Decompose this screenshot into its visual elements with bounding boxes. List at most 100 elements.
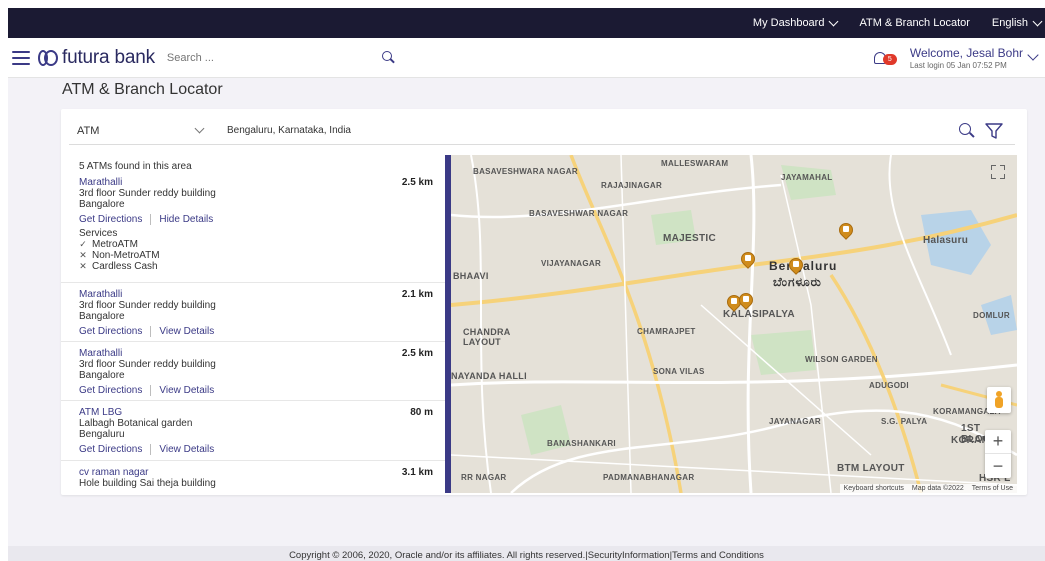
map-roads [451,155,1017,493]
map-label: JAYAMAHAL [781,173,833,182]
atm-distance: 2.1 km [401,289,433,300]
results-count: 5 ATMs found in this area [79,161,192,172]
atm-pin[interactable] [736,290,756,311]
zoom-out-button[interactable]: − [985,454,1011,478]
atm-pin[interactable] [836,220,856,241]
atm-city: Bengaluru [79,429,125,440]
notifications-button[interactable]: 5 [873,48,900,68]
divider [61,400,450,401]
list-item: ATM LBG 80 m Lalbagh Botanical garden Be… [79,407,441,455]
list-item: Marathalli 2.1 km 3rd floor Sunder reddy… [79,289,441,337]
atm-address-line: Hole building Sai theja building [79,478,216,489]
get-directions-link[interactable]: Get Directions [79,444,142,455]
map-label: RAJAJINAGAR [601,181,663,190]
footer-text: Copyright © 2006, 2020, Oracle and/or it… [289,550,764,561]
view-details-link[interactable]: View Details [159,385,214,396]
zoom-in-button[interactable]: + [985,430,1011,454]
search-input[interactable] [166,51,347,64]
atm-distance: 2.5 km [401,348,433,359]
get-directions-link[interactable]: Get Directions [79,326,142,337]
atm-distance: 2.5 km [401,177,433,188]
divider [61,460,450,461]
service-label: Non-MetroATM [92,250,160,261]
check-icon: ✓ [79,239,87,249]
filter-icon[interactable] [985,122,1003,139]
atm-name-link[interactable]: ATM LBG [79,407,122,418]
location-input[interactable]: Bengaluru, Karnataka, India [227,125,959,136]
chevron-down-icon [829,16,839,26]
divider [150,385,152,396]
type-dropdown[interactable]: ATM [69,117,215,144]
services-label: Services [79,228,118,239]
search-icon[interactable] [959,122,975,139]
map-label: BANASHANKARI [547,439,616,448]
map-label: MAJESTIC [663,233,716,244]
divider [61,341,450,342]
services-section: Services ✓ MetroATM ✕ Non-MetroATM ✕ Cardle… [79,228,441,272]
get-directions-link[interactable]: Get Directions [79,385,142,396]
language-selector[interactable]: English [991,16,1043,29]
terms-of-use-link[interactable]: Terms of Use [972,485,1013,492]
atm-name-link[interactable]: Marathalli [79,348,122,359]
logo-icon [38,48,58,68]
atm-address-line: 3rd floor Sunder reddy building [79,188,216,199]
map-label: CHAMRAJPET [637,327,696,336]
atm-name-link[interactable]: Marathalli [79,289,122,300]
map-label: CHANDRA LAYOUT [463,327,511,347]
page-title: ATM & Branch Locator [62,81,223,98]
service-label: MetroATM [92,239,138,250]
map-label: DOMLUR [973,311,1010,320]
user-profile[interactable]: Welcome, Jesal Bohr Last login 05 Jan 07… [910,46,1023,70]
list-item: Marathalli 2.5 km 3rd floor Sunder reddy… [79,348,441,396]
main-content: ATM & Branch Locator ATM Bengaluru, Karn… [8,78,1045,546]
atm-pin[interactable] [738,249,758,270]
map-view[interactable]: MALLESWARAM BASAVESHWARA NAGAR RAJAJINAG… [451,155,1017,493]
map-label: PADMANABHANAGAR [603,473,695,482]
map-label: ಬೆಂಗಳೂರು [773,275,822,289]
cross-icon: ✕ [79,250,87,260]
divider [150,444,152,455]
atm-city: Bangalore [79,311,125,322]
chevron-down-icon[interactable] [1027,48,1039,61]
brand-name: futura bank [62,46,155,68]
atm-address-line: 3rd floor Sunder reddy building [79,300,216,311]
atm-name-link[interactable]: Marathalli [79,177,122,188]
atm-address-line: 3rd floor Sunder reddy building [79,359,216,370]
map-label: SONA VILAS [653,367,705,376]
language-label: English [991,17,1028,29]
view-details-link[interactable]: View Details [159,444,214,455]
list-item: cv raman nagar 3.1 km Hole building Sai … [79,467,441,489]
map-label: ADUGODI [869,381,909,390]
hide-details-link[interactable]: Hide Details [159,214,213,225]
footer: Copyright © 2006, 2020, Oracle and/or it… [8,546,1045,561]
atm-pin[interactable] [786,255,806,276]
atm-city: Bangalore [79,370,125,381]
last-login-text: Last login 05 Jan 07:52 PM [909,60,1007,70]
map-label: VIJAYANAGAR [541,259,602,268]
fullscreen-icon[interactable] [987,161,1009,183]
type-value: ATM [77,124,100,137]
service-label: Cardless Cash [92,261,158,272]
atm-branch-locator-link[interactable]: ATM & Branch Locator [859,17,969,29]
bank-logo[interactable]: futura bank [38,47,155,69]
get-directions-link[interactable]: Get Directions [79,214,142,225]
locator-panel: ATM Bengaluru, Karnataka, India 5 ATMs f… [61,109,1027,495]
map-attribution: Keyboard shortcuts Map data ©2022 Terms … [839,484,1017,493]
chevron-down-icon [194,123,205,134]
chevron-down-icon [1032,16,1043,26]
map-label: JAYANAGAR [769,417,821,426]
map-label: WILSON GARDEN [805,355,878,364]
map-label: BHAAVI [453,271,489,281]
map-label: BASAVESHWARA NAGAR [473,167,578,176]
keyboard-shortcuts-link[interactable]: Keyboard shortcuts [844,485,904,492]
map-label: BASAVESHWAR NAGAR [529,209,629,218]
results-list[interactable]: 5 ATMs found in this area Marathalli 2.5… [61,155,451,493]
menu-icon[interactable] [12,50,30,65]
my-dashboard-menu[interactable]: My Dashboard [753,16,839,29]
atm-name-link[interactable]: cv raman nagar [79,467,148,478]
app-header: futura bank 5 Welcome, Jesal Bohr Last l… [8,38,1045,78]
search-icon[interactable] [381,51,395,64]
map-label: RR NAGAR [461,473,507,482]
view-details-link[interactable]: View Details [159,326,214,337]
street-view-icon[interactable] [987,387,1011,413]
